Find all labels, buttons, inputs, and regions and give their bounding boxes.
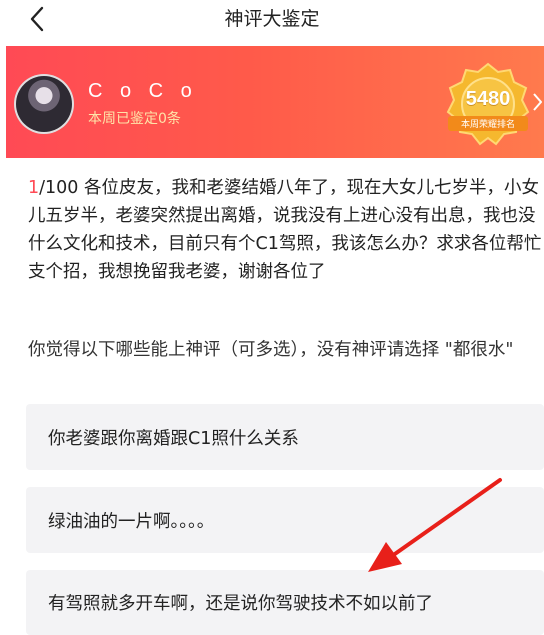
navigation-bar: 神评大鉴定 bbox=[0, 0, 544, 40]
option-2[interactable]: 绿油油的一片啊。。。。 bbox=[26, 487, 544, 553]
weekly-review-count: 本周已鉴定0条 bbox=[88, 111, 181, 127]
question-total: /100 bbox=[39, 178, 79, 198]
option-label: 绿油油的一片啊。。。。 bbox=[48, 511, 215, 532]
chevron-right-icon bbox=[533, 93, 542, 111]
rank-score: 5480 bbox=[465, 88, 511, 110]
question-text: 1/100 各位皮友，我和老婆结婚八年了，现在大女儿七岁半，小女儿五岁半，老婆突… bbox=[28, 174, 544, 286]
option-label: 你老婆跟你离婚跟C1照什么关系 bbox=[48, 428, 299, 449]
option-label: 有驾照就多开车啊，还是说你驾驶技术不如以前了 bbox=[48, 594, 433, 614]
user-banner: C o C o 本周已鉴定0条 5480 本周荣耀排名 bbox=[6, 46, 544, 158]
weekly-rank-badge[interactable]: 5480 本周荣耀排名 bbox=[442, 60, 534, 152]
rank-label: 本周荣耀排名 bbox=[448, 116, 528, 131]
avatar[interactable] bbox=[14, 74, 74, 134]
page-title: 神评大鉴定 bbox=[224, 8, 320, 30]
option-1[interactable]: 你老婆跟你离婚跟C1照什么关系 bbox=[26, 404, 544, 470]
selection-prompt: 你觉得以下哪些能上神评（可多选），没有神评请选择 "都很水" bbox=[28, 340, 514, 360]
question-body: 各位皮友，我和老婆结婚八年了，现在大女儿七岁半，小女儿五岁半，老婆突然提出离婚，… bbox=[28, 178, 542, 282]
user-name: C o C o bbox=[88, 80, 198, 102]
question-index: 1 bbox=[28, 178, 40, 198]
option-3[interactable]: 有驾照就多开车啊，还是说你驾驶技术不如以前了 bbox=[26, 570, 544, 635]
